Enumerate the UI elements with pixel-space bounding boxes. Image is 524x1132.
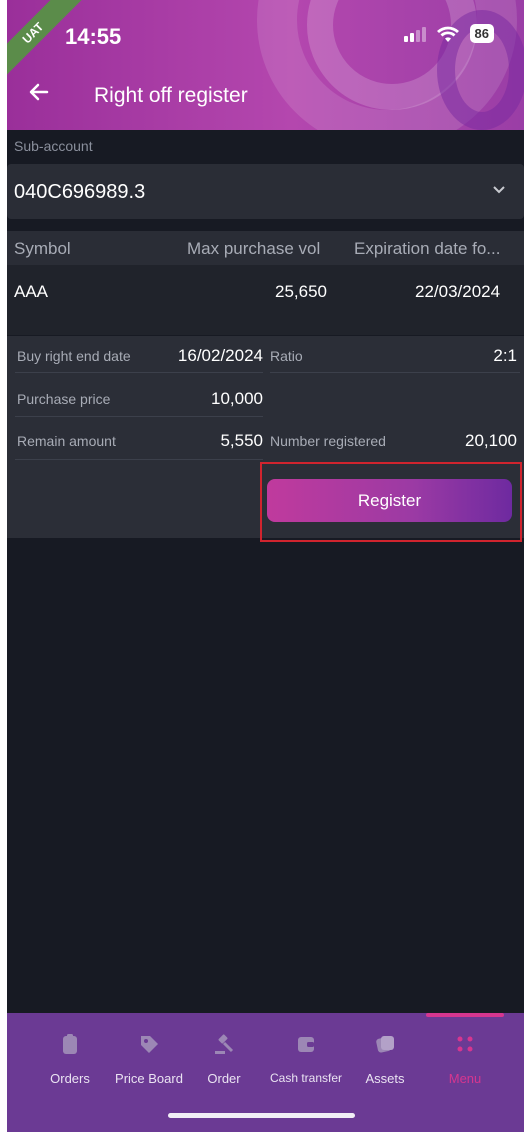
chevron-down-icon [492, 182, 506, 200]
clipboard-icon [63, 1034, 77, 1054]
column-header-max-purchase-vol: Max purchase vol [187, 239, 321, 258]
cell-symbol: AAA [14, 282, 49, 301]
column-header-expiration-date: Expiration date fo... [354, 239, 501, 258]
purchase-price-value: 10,000 [211, 389, 263, 408]
nav-label-order: Order [207, 1071, 241, 1086]
table-row[interactable]: AAA 25,650 22/03/2024 [7, 265, 524, 335]
ratio-value: 2:1 [493, 346, 517, 365]
status-time: 14:55 [65, 24, 122, 49]
status-icons: 86 [403, 24, 494, 43]
column-header-symbol: Symbol [14, 239, 71, 258]
arrow-left-icon[interactable] [27, 80, 51, 109]
app-screen: UAT 14:55 86 Right off register Sub-acco… [7, 0, 524, 1132]
nav-item-price-board[interactable]: Price Board [104, 1013, 194, 1113]
buy-right-end-date-value: 16/02/2024 [177, 346, 263, 365]
page-title: Right off register [94, 84, 248, 107]
app-header: UAT 14:55 86 Right off register [7, 0, 524, 130]
nav-item-cash-transfer[interactable]: Cash transfer [261, 1013, 351, 1113]
sub-account-value: 040C696989.3 [14, 181, 146, 203]
divider [15, 459, 263, 460]
nav-item-assets[interactable]: Assets [353, 1013, 417, 1113]
divider [270, 372, 520, 373]
table-header: Symbol Max purchase vol Expiration date … [7, 231, 524, 265]
divider [15, 416, 263, 417]
number-registered-value: 20,100 [465, 431, 517, 450]
battery-icon: 86 [469, 24, 494, 43]
cell-expiration-date: 22/03/2024 [415, 282, 501, 301]
nav-label-cash-transfer: Cash transfer [269, 1071, 343, 1085]
assets-icon [376, 1036, 394, 1053]
buy-right-end-date-label: Buy right end date [17, 348, 131, 364]
sub-account-label: Sub-account [14, 138, 93, 154]
nav-label-orders: Orders [50, 1071, 90, 1086]
nav-item-orders[interactable]: Orders [26, 1013, 114, 1113]
wallet-icon [298, 1037, 314, 1052]
remain-amount-label: Remain amount [17, 433, 116, 449]
nav-item-menu[interactable]: Menu [425, 1013, 505, 1113]
home-indicator[interactable] [168, 1113, 355, 1118]
nav-label-menu: Menu [448, 1071, 482, 1086]
sub-account-select[interactable]: 040C696989.3 [7, 164, 524, 219]
register-button[interactable]: Register [267, 479, 512, 522]
nav-item-order[interactable]: Order [194, 1013, 254, 1113]
signal-icon [403, 26, 426, 42]
gavel-icon [215, 1034, 234, 1054]
cell-max-purchase-vol: 25,650 [275, 282, 327, 301]
grid-icon [457, 1036, 473, 1052]
divider [15, 372, 263, 373]
nav-label-assets: Assets [365, 1071, 405, 1086]
ratio-label: Ratio [270, 348, 303, 364]
number-registered-label: Number registered [270, 433, 386, 449]
nav-label-price-board: Price Board [115, 1071, 183, 1086]
wifi-icon [436, 26, 459, 42]
purchase-price-label: Purchase price [17, 391, 111, 407]
remain-amount-value: 5,550 [220, 431, 263, 450]
tag-icon [141, 1036, 158, 1053]
